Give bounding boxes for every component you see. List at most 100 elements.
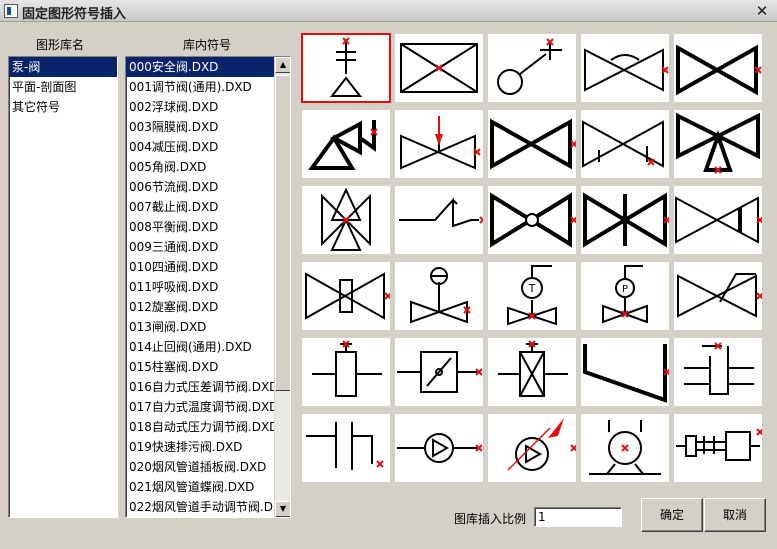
scroll-thumb[interactable]: [275, 75, 290, 391]
category-item[interactable]: 其它符号: [9, 97, 117, 117]
symbol-item[interactable]: 021烟风管道蝶阀.DXD: [126, 477, 274, 497]
fan-icon[interactable]: [674, 338, 762, 406]
throttle-valve-icon[interactable]: [395, 110, 483, 178]
three-way-valve-drawing: [676, 112, 760, 174]
scroll-up-icon[interactable]: ▲: [275, 57, 290, 73]
pump-motor-drawing: [589, 420, 661, 475]
symbol-item[interactable]: 005角阀.DXD: [126, 157, 274, 177]
scale-label: 图库插入比例: [454, 512, 527, 526]
flue-butterfly-valve-drawing: [397, 351, 483, 393]
symbol-item[interactable]: 015柱塞阀.DXD: [126, 357, 274, 377]
check-valve-drawing: [675, 196, 762, 244]
breather-valve-icon[interactable]: [395, 186, 483, 254]
category-header: 图形库名: [36, 38, 85, 52]
balance-valve-drawing: [582, 120, 664, 168]
symbol-item[interactable]: 014止回阀(通用).DXD: [126, 337, 274, 357]
symbol-item[interactable]: 016自力式压差调节阀.DXD: [126, 377, 274, 397]
check-valve-icon[interactable]: [674, 186, 762, 254]
pump-motor-icon[interactable]: [581, 414, 669, 482]
pump-icon[interactable]: [581, 338, 669, 406]
pressure-regulating-valve-drawing: P: [602, 265, 648, 324]
cancel-button[interactable]: 取消: [704, 498, 766, 532]
symbol-list[interactable]: 000安全阀.DXD 001调节阀(通用).DXD 002浮球阀.DXD 003隔膜阀…: [125, 56, 291, 518]
window-title: 固定图形符号插入: [22, 7, 127, 22]
app-icon: [4, 4, 18, 18]
manual-damper-drawing: [498, 340, 568, 397]
symbol-item[interactable]: 004减压阀.DXD: [126, 137, 274, 157]
symbol-item[interactable]: 009三通阀.DXD: [126, 237, 274, 257]
plunger-valve-icon[interactable]: [302, 262, 390, 330]
safety-valve-icon[interactable]: [301, 33, 391, 103]
symbol-item[interactable]: 012旋塞阀.DXD: [126, 297, 274, 317]
dp-regulating-valve-icon[interactable]: [395, 262, 483, 330]
symbol-item[interactable]: 003隔膜阀.DXD: [126, 117, 274, 137]
category-item[interactable]: 平面-剖面图: [9, 77, 117, 97]
symbol-item[interactable]: 018自动式压力调节阀.DXD: [126, 417, 274, 437]
plug-valve-drawing: [490, 192, 576, 248]
dp-regulating-valve-drawing: [410, 267, 471, 324]
symbol-item[interactable]: 007截止阀.DXD: [126, 197, 274, 217]
symbol-item[interactable]: 008平衡阀.DXD: [126, 217, 274, 237]
diaphragm-valve-icon[interactable]: [581, 34, 669, 102]
gate-valve-drawing: [583, 192, 669, 248]
symbol-item[interactable]: 013闸阀.DXD: [126, 317, 274, 337]
damper-valve-drawing: [312, 340, 382, 397]
three-way-valve-icon[interactable]: [674, 110, 762, 178]
four-way-valve-icon[interactable]: [302, 186, 390, 254]
pressure-regulating-valve-icon[interactable]: P: [581, 262, 669, 330]
pressure-reducing-valve-drawing: [676, 44, 762, 96]
flue-butterfly-valve-icon[interactable]: [395, 338, 483, 406]
angle-valve-drawing: [308, 120, 378, 170]
symbol-header: 库内符号: [183, 38, 232, 52]
category-item[interactable]: 泵-阀: [9, 57, 117, 77]
pressure-reducing-valve-icon[interactable]: [674, 34, 762, 102]
vertical-scrollbar[interactable]: ▲ ▼: [274, 57, 290, 517]
symbol-item[interactable]: 011呼吸阀.DXD: [126, 277, 274, 297]
symbol-preview-grid: TP: [301, 33, 770, 482]
balance-valve-icon[interactable]: [581, 110, 669, 178]
symbol-item[interactable]: 001调节阀(通用).DXD: [126, 77, 274, 97]
filter-icon[interactable]: [302, 414, 390, 482]
symbol-item[interactable]: 000安全阀.DXD: [126, 57, 274, 77]
meter-drawing: [397, 433, 483, 463]
centrifugal-pump-icon[interactable]: [488, 414, 576, 482]
breather-valve-drawing: [399, 197, 483, 228]
symbol-item[interactable]: 020烟风管道插板阀.DXD: [126, 457, 274, 477]
regulating-valve-icon[interactable]: [395, 34, 483, 102]
four-way-valve-drawing: [321, 187, 371, 251]
meter-icon[interactable]: [395, 414, 483, 482]
regulating-valve-drawing: [400, 43, 478, 93]
scroll-down-icon[interactable]: ▼: [275, 501, 290, 517]
symbol-item[interactable]: 022烟风管道手动调节阀.DXD: [126, 497, 274, 517]
float-valve-drawing: [497, 38, 562, 95]
blowdown-valve-drawing: [677, 273, 762, 318]
symbol-item[interactable]: 017自力式温度调节阀.DXD: [126, 397, 274, 417]
temp-regulating-valve-drawing: T: [507, 265, 557, 326]
angle-valve-icon[interactable]: [302, 110, 390, 178]
plug-valve-icon[interactable]: [488, 186, 576, 254]
globe-valve-icon[interactable]: [488, 110, 576, 178]
damper-valve-icon[interactable]: [302, 338, 390, 406]
symbol-item[interactable]: 010四通阀.DXD: [126, 257, 274, 277]
manual-damper-icon[interactable]: [488, 338, 576, 406]
pump-drawing: [583, 344, 669, 403]
category-list[interactable]: 泵-阀 平面-剖面图 其它符号: [8, 56, 118, 518]
float-valve-icon[interactable]: [488, 34, 576, 102]
close-icon[interactable]: ✕: [753, 2, 771, 20]
motor-coupling-icon[interactable]: [674, 414, 762, 482]
diaphragm-valve-drawing: [584, 48, 669, 92]
instrument-label: T: [528, 282, 536, 295]
title-bar: 固定图形符号插入 ✕: [0, 0, 777, 22]
safety-valve-drawing: [329, 37, 363, 97]
symbol-item[interactable]: 019快速排污阀.DXD: [126, 437, 274, 457]
symbol-item[interactable]: 002浮球阀.DXD: [126, 97, 274, 117]
blowdown-valve-icon[interactable]: [674, 262, 762, 330]
gate-valve-icon[interactable]: [581, 186, 669, 254]
globe-valve-drawing: [490, 118, 576, 170]
temp-regulating-valve-icon[interactable]: T: [488, 262, 576, 330]
fan-drawing: [684, 342, 754, 395]
symbol-item[interactable]: 006节流阀.DXD: [126, 177, 274, 197]
plunger-valve-drawing: [305, 272, 390, 320]
scale-input[interactable]: [534, 507, 622, 527]
ok-button[interactable]: 确定: [641, 498, 703, 532]
